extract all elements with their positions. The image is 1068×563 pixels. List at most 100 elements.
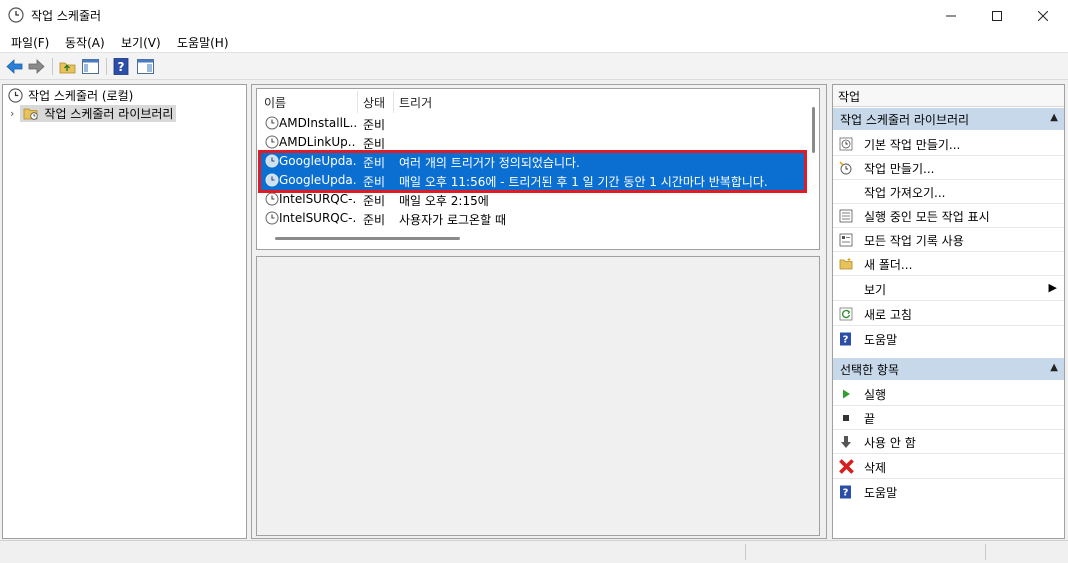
section-label: 선택한 항목 — [840, 363, 900, 377]
column-header-trigger[interactable]: 트리거 — [399, 94, 432, 111]
task-status: 준비 — [363, 156, 386, 170]
basic-task-icon — [839, 137, 853, 151]
section-selected-item[interactable]: 선택한 항목 ▲ — [833, 358, 1064, 380]
action-create-task[interactable]: 작업 만들기... — [833, 156, 1064, 180]
up-folder-icon[interactable] — [58, 57, 77, 76]
stop-icon — [843, 415, 849, 421]
task-icon — [265, 116, 279, 130]
action-label: 기본 작업 만들기... — [864, 138, 961, 152]
run-icon — [843, 389, 850, 399]
table-row-selected[interactable]: GoogleUpda... 준비 여러 개의 트리거가 정의되었습니다. — [260, 152, 806, 171]
action-label: 모든 작업 기록 사용 — [864, 234, 964, 248]
svg-text:?: ? — [843, 488, 849, 499]
column-header-name[interactable]: 이름 — [264, 94, 286, 111]
menu-file[interactable]: 파일(F) — [11, 34, 49, 51]
task-status: 준비 — [363, 194, 386, 208]
task-list: 이름 상태 트리거 AMDInstallL... 준비 AMDLinkUp...… — [256, 88, 820, 250]
table-row[interactable]: IntelSURQC-... 준비 사용자가 로그온할 때 — [260, 209, 806, 228]
table-row[interactable]: IntelSURQC-... 준비 매일 오후 2:15에 — [260, 190, 806, 209]
table-row-selected[interactable]: GoogleUpda... 준비 매일 오후 11:56에 - 트리거된 후 1… — [260, 171, 806, 190]
show-hide-tree-icon[interactable] — [81, 57, 100, 76]
submenu-arrow-icon: ▶ — [1048, 281, 1057, 294]
running-tasks-icon — [839, 209, 853, 223]
task-icon — [265, 192, 279, 206]
action-label: 도움말 — [864, 333, 898, 347]
task-details-pane — [256, 256, 820, 536]
horizontal-scrollbar[interactable] — [275, 237, 460, 240]
action-refresh[interactable]: 새로 고침 — [833, 302, 1064, 326]
task-name: AMDInstallL... — [279, 116, 356, 130]
action-label: 실행 — [864, 388, 887, 402]
action-label: 새로 고침 — [864, 308, 912, 322]
toolbar-separator — [52, 58, 53, 75]
clock-icon — [8, 87, 23, 103]
maximize-button[interactable] — [974, 0, 1020, 31]
svg-text:?: ? — [118, 60, 125, 74]
action-view[interactable]: 보기 ▶ — [833, 277, 1064, 301]
action-label: 보기 — [864, 283, 887, 297]
section-library[interactable]: 작업 스케줄러 라이브러리 ▲ — [833, 108, 1064, 130]
collapse-icon[interactable]: ▲ — [1050, 362, 1058, 373]
toolbar-separator — [106, 58, 107, 75]
help-icon: ? — [840, 332, 851, 346]
tree-item-label: 작업 스케줄러 (로컬) — [28, 88, 134, 103]
action-delete[interactable]: 삭제 — [833, 455, 1064, 479]
action-help[interactable]: ? 도움말 — [833, 480, 1064, 504]
table-row[interactable]: AMDLinkUp... 준비 — [260, 133, 806, 152]
disable-icon — [841, 436, 851, 448]
task-trigger: 매일 오후 11:56에 - 트리거된 후 1 일 기간 동안 1 시간마다 반… — [399, 175, 768, 189]
status-divider — [985, 544, 986, 560]
task-icon — [265, 154, 279, 168]
tree-item-library[interactable]: › 작업 스케줄러 라이브러리 — [10, 104, 177, 122]
task-icon — [265, 173, 279, 187]
action-label: 작업 가져오기... — [864, 186, 946, 200]
action-label: 새 폴더... — [864, 258, 913, 272]
back-icon[interactable] — [5, 57, 24, 76]
chevron-right-icon[interactable]: › — [10, 107, 14, 120]
show-hide-action-pane-icon[interactable] — [136, 57, 155, 76]
menu-help[interactable]: 도움말(H) — [177, 34, 229, 51]
action-disable[interactable]: 사용 안 함 — [833, 430, 1064, 454]
collapse-icon[interactable]: ▲ — [1050, 112, 1058, 123]
tree-item-label: 작업 스케줄러 라이브러리 — [44, 106, 174, 121]
delete-icon — [839, 459, 854, 474]
action-help[interactable]: ? 도움말 — [833, 327, 1064, 351]
tree-item-root[interactable]: 작업 스케줄러 (로컬) — [8, 86, 133, 104]
task-status: 준비 — [363, 175, 386, 189]
action-label: 실행 중인 모든 작업 표시 — [864, 210, 990, 224]
console-tree: 작업 스케줄러 (로컬) › 작업 스케줄러 라이브러리 — [2, 84, 247, 539]
column-divider[interactable] — [393, 91, 394, 113]
action-run[interactable]: 실행 — [833, 382, 1064, 406]
action-end[interactable]: 끝 — [833, 406, 1064, 430]
vertical-scrollbar[interactable] — [812, 107, 815, 153]
close-button[interactable] — [1020, 0, 1066, 31]
menu-view[interactable]: 보기(V) — [121, 34, 161, 51]
menu-action[interactable]: 동작(A) — [65, 34, 105, 51]
task-name: AMDLinkUp... — [279, 135, 356, 149]
minimize-button[interactable] — [928, 0, 974, 31]
help-icon[interactable]: ? — [112, 57, 131, 76]
clock-icon — [8, 7, 24, 23]
task-icon — [265, 211, 279, 225]
window-title: 작업 스케줄러 — [31, 9, 102, 23]
maximize-icon — [992, 10, 1002, 21]
column-divider[interactable] — [357, 91, 358, 113]
menu-bar: 파일(F) 동작(A) 보기(V) 도움말(H) — [0, 31, 1068, 53]
action-show-running-tasks[interactable]: 실행 중인 모든 작업 표시 — [833, 204, 1064, 228]
column-header-status[interactable]: 상태 — [363, 94, 385, 111]
section-label: 작업 스케줄러 라이브러리 — [840, 113, 970, 127]
action-create-basic-task[interactable]: 기본 작업 만들기... — [833, 132, 1064, 156]
minimize-icon — [946, 15, 956, 16]
action-enable-history[interactable]: 모든 작업 기록 사용 — [833, 228, 1064, 252]
history-icon — [839, 233, 853, 247]
actions-pane: 작업 작업 스케줄러 라이브러리 ▲ 기본 작업 만들기... 작업 만들기..… — [832, 84, 1065, 539]
forward-icon[interactable] — [27, 57, 46, 76]
folder-clock-icon — [24, 108, 39, 120]
action-new-folder[interactable]: 새 폴더... — [833, 252, 1064, 276]
refresh-icon — [839, 307, 853, 321]
task-icon — [265, 135, 279, 149]
action-import-task[interactable]: 작업 가져오기... — [833, 180, 1064, 204]
action-label: 작업 만들기... — [864, 162, 935, 176]
table-row[interactable]: AMDInstallL... 준비 — [260, 114, 806, 133]
task-status: 준비 — [363, 137, 386, 151]
